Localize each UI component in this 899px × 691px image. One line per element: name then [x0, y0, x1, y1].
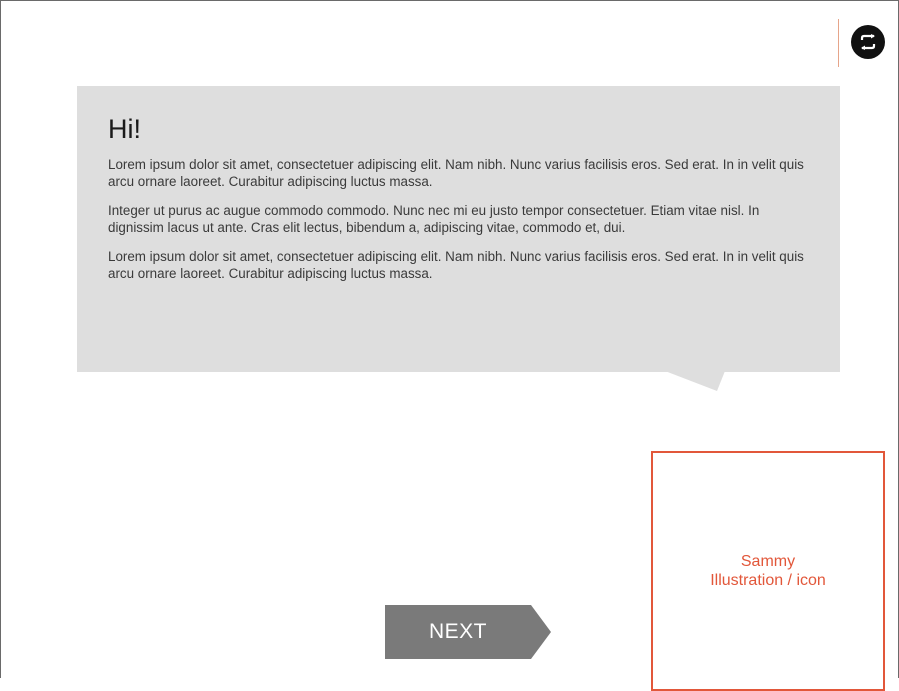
next-button[interactable]: NEXT: [385, 605, 551, 659]
bubble-paragraph-1: Lorem ipsum dolor sit amet, consectetuer…: [108, 157, 804, 189]
speech-bubble-tail: [665, 371, 725, 391]
top-blank-area: [687, 19, 839, 67]
swap-arrows-icon: [860, 34, 876, 50]
illustration-placeholder: Sammy Illustration / icon: [651, 451, 885, 691]
illustration-placeholder-name: Sammy: [740, 553, 796, 570]
next-button-label: NEXT: [428, 620, 487, 643]
greeting-heading: Hi!: [108, 114, 141, 144]
swap-button[interactable]: [851, 25, 885, 59]
bubble-paragraph-3: Lorem ipsum dolor sit amet, consectetuer…: [108, 249, 804, 281]
app-frame: Hi! Lorem ipsum dolor sit amet, consecte…: [0, 0, 899, 691]
illustration-placeholder-caption: Illustration / icon: [710, 572, 826, 589]
bubble-paragraph-2: Integer ut purus ac augue commodo commod…: [108, 203, 760, 235]
speech-bubble: Hi! Lorem ipsum dolor sit amet, consecte…: [77, 86, 840, 372]
